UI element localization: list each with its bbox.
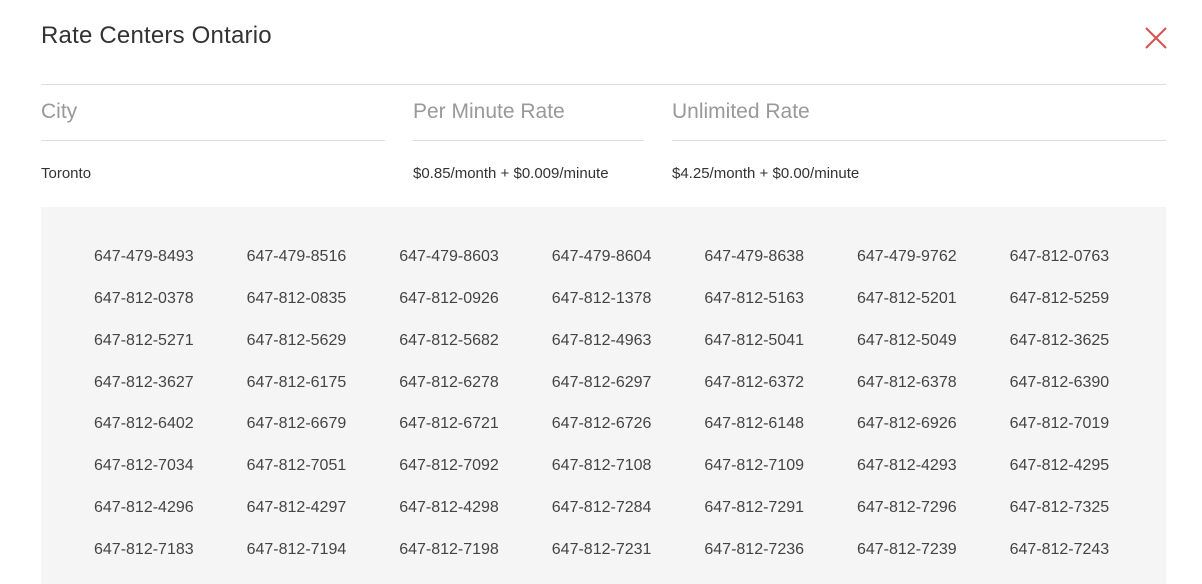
close-button[interactable] — [1142, 24, 1170, 52]
phone-number[interactable]: 647-812-7092 — [399, 455, 552, 497]
phone-number[interactable]: 647-812-6390 — [1010, 372, 1163, 414]
phone-number[interactable]: 647-812-7051 — [247, 455, 400, 497]
phone-number[interactable]: 647-812-5682 — [399, 330, 552, 372]
phone-number[interactable]: 647-479-8493 — [94, 246, 247, 288]
phone-number[interactable]: 647-812-7239 — [857, 539, 1010, 581]
phone-number[interactable]: 647-812-7183 — [94, 539, 247, 581]
phone-number[interactable]: 647-479-8603 — [399, 246, 552, 288]
modal-title: Rate Centers Ontario — [41, 22, 272, 49]
phone-number[interactable]: 647-812-7194 — [247, 539, 400, 581]
phone-number[interactable]: 647-812-7198 — [399, 539, 552, 581]
phone-number[interactable]: 647-812-5163 — [704, 288, 857, 330]
phone-number[interactable]: 647-812-7243 — [1010, 539, 1163, 581]
cell-city: Toronto — [41, 165, 92, 182]
phone-number[interactable]: 647-812-0835 — [247, 288, 400, 330]
phone-number[interactable]: 647-812-6402 — [94, 413, 247, 455]
phone-number[interactable]: 647-812-4293 — [857, 455, 1010, 497]
phone-number[interactable]: 647-812-7325 — [1010, 497, 1163, 539]
phone-number[interactable]: 647-812-6726 — [552, 413, 705, 455]
close-icon — [1145, 27, 1167, 49]
phone-numbers-grid: 647-479-8493 647-479-8516 647-479-8603 647-… — [94, 246, 1162, 581]
phone-number[interactable]: 647-479-8638 — [704, 246, 857, 288]
phone-number[interactable]: 647-812-4297 — [247, 497, 400, 539]
phone-number[interactable]: 647-812-7291 — [704, 497, 857, 539]
phone-number[interactable]: 647-479-8516 — [247, 246, 400, 288]
phone-number[interactable]: 647-812-6679 — [247, 413, 400, 455]
phone-number[interactable]: 647-812-6148 — [704, 413, 857, 455]
rate-centers-modal: Rate Centers Ontario City Per Minute Rat… — [0, 0, 1202, 584]
phone-number[interactable]: 647-812-6297 — [552, 372, 705, 414]
phone-number[interactable]: 647-812-1378 — [552, 288, 705, 330]
phone-number[interactable]: 647-812-4963 — [552, 330, 705, 372]
phone-number[interactable]: 647-812-5201 — [857, 288, 1010, 330]
phone-number[interactable]: 647-812-5049 — [857, 330, 1010, 372]
phone-number[interactable]: 647-812-0763 — [1010, 246, 1163, 288]
phone-number[interactable]: 647-812-3627 — [94, 372, 247, 414]
phone-number[interactable]: 647-812-6721 — [399, 413, 552, 455]
column-header-unlimited-rate: Unlimited Rate — [672, 100, 1166, 141]
phone-number[interactable]: 647-479-8604 — [552, 246, 705, 288]
phone-number[interactable]: 647-812-6372 — [704, 372, 857, 414]
phone-number[interactable]: 647-812-5271 — [94, 330, 247, 372]
phone-number[interactable]: 647-812-4295 — [1010, 455, 1163, 497]
phone-number[interactable]: 647-812-5629 — [247, 330, 400, 372]
phone-number[interactable]: 647-812-7296 — [857, 497, 1010, 539]
phone-number[interactable]: 647-812-6175 — [247, 372, 400, 414]
cell-per-minute-rate: $0.85/month + $0.009/minute — [413, 165, 609, 182]
phone-number[interactable]: 647-812-7236 — [704, 539, 857, 581]
phone-number[interactable]: 647-479-9762 — [857, 246, 1010, 288]
phone-number[interactable]: 647-812-3625 — [1010, 330, 1163, 372]
column-header-city: City — [41, 100, 385, 141]
phone-numbers-panel: 647-479-8493 647-479-8516 647-479-8603 647-… — [41, 207, 1166, 584]
phone-number[interactable]: 647-812-5041 — [704, 330, 857, 372]
phone-number[interactable]: 647-812-7109 — [704, 455, 857, 497]
phone-number[interactable]: 647-812-0926 — [399, 288, 552, 330]
phone-number[interactable]: 647-812-6378 — [857, 372, 1010, 414]
phone-number[interactable]: 647-812-7019 — [1010, 413, 1163, 455]
phone-number[interactable]: 647-812-6278 — [399, 372, 552, 414]
phone-number[interactable]: 647-812-4298 — [399, 497, 552, 539]
phone-number[interactable]: 647-812-7231 — [552, 539, 705, 581]
phone-number[interactable]: 647-812-0378 — [94, 288, 247, 330]
phone-number[interactable]: 647-812-7108 — [552, 455, 705, 497]
phone-number[interactable]: 647-812-4296 — [94, 497, 247, 539]
phone-number[interactable]: 647-812-5259 — [1010, 288, 1163, 330]
column-header-per-minute-rate: Per Minute Rate — [413, 100, 644, 141]
phone-number[interactable]: 647-812-7034 — [94, 455, 247, 497]
phone-number[interactable]: 647-812-6926 — [857, 413, 1010, 455]
phone-number[interactable]: 647-812-7284 — [552, 497, 705, 539]
cell-unlimited-rate: $4.25/month + $0.00/minute — [672, 165, 860, 182]
title-divider — [41, 84, 1166, 85]
